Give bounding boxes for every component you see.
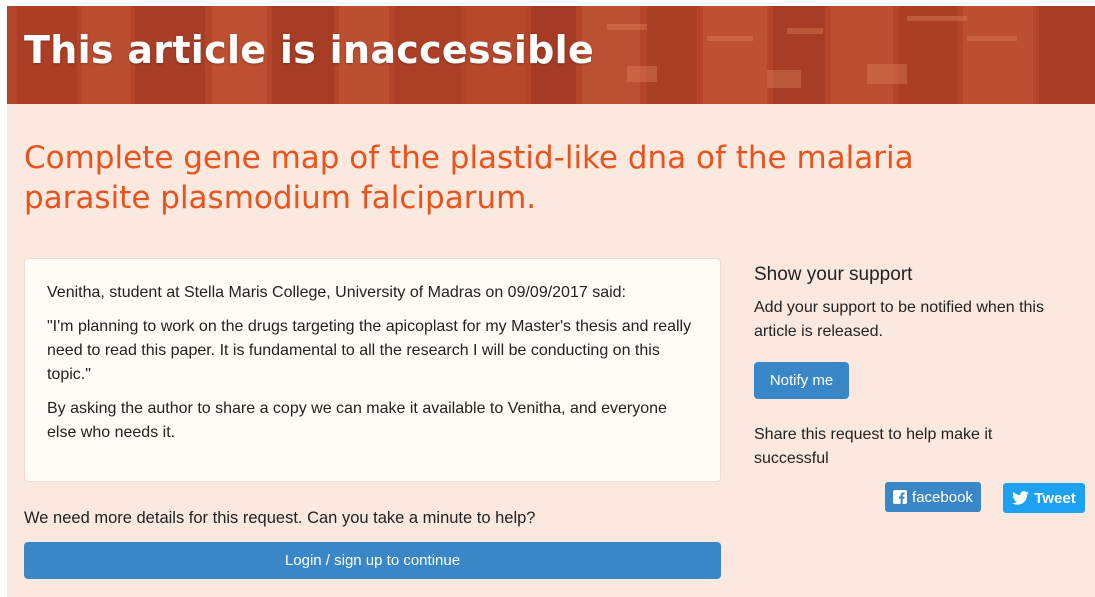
- notify-me-button[interactable]: Notify me: [754, 362, 849, 399]
- login-signup-button[interactable]: Login / sign up to continue: [24, 542, 721, 579]
- tweet-button[interactable]: Tweet: [1003, 483, 1085, 513]
- request-card: Venitha, student at Stella Maris College…: [24, 258, 721, 482]
- twitter-bird-icon: [1012, 491, 1030, 505]
- facebook-share-button[interactable]: facebook: [885, 482, 981, 512]
- facebook-label: facebook: [912, 488, 973, 506]
- facebook-icon: [893, 490, 908, 504]
- request-quote: "I'm planning to work on the drugs targe…: [47, 318, 692, 383]
- support-text: Add your support to be notified when thi…: [754, 299, 1044, 340]
- request-appeal: By asking the author to share a copy we …: [47, 400, 667, 441]
- share-text: Share this request to help make it succe…: [754, 426, 993, 467]
- header-banner: This article is inaccessible: [7, 6, 1095, 104]
- support-heading: Show your support: [754, 264, 913, 285]
- tweet-label: Tweet: [1034, 489, 1076, 507]
- request-attribution: Venitha, student at Stella Maris College…: [47, 284, 626, 301]
- article-title: Complete gene map of the plastid-like dn…: [24, 140, 914, 216]
- support-panel: Show your support Add your support to be…: [754, 264, 1084, 344]
- details-question: We need more details for this request. C…: [24, 509, 536, 527]
- banner-title: This article is inaccessible: [24, 28, 595, 72]
